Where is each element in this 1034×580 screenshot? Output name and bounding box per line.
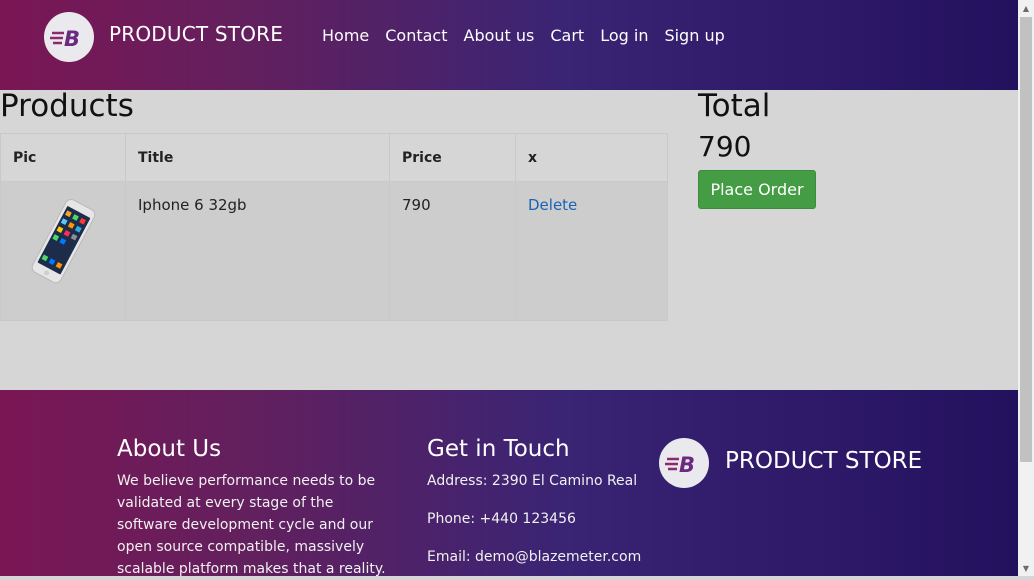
navbar: B PRODUCT STORE Home Contact About us Ca… (0, 0, 1018, 90)
svg-text:B: B (64, 27, 80, 51)
table-row: Iphone 6 32gb 790 Delete (0, 181, 668, 321)
total-heading: Total (698, 88, 771, 124)
nav-contact[interactable]: Contact (385, 26, 447, 45)
cart-table: Pic Title Price x Iphone 6 32gb 790 Dele… (0, 133, 668, 321)
iphone-image (31, 199, 96, 284)
footer-brand-name: PRODUCT STORE (725, 448, 923, 474)
about-us-heading: About Us (117, 436, 222, 462)
get-in-touch-heading: Get in Touch (427, 436, 570, 462)
footer: About Us We believe performance needs to… (0, 390, 1018, 577)
product-action-cell: Delete (515, 181, 668, 321)
scroll-thumb[interactable] (1020, 17, 1032, 462)
products-heading: Products (0, 88, 134, 124)
address-text: Address: 2390 El Camino Real (427, 473, 638, 489)
column-header-x: x (515, 133, 668, 182)
delete-link[interactable]: Delete (528, 196, 577, 214)
email-text: Email: demo@blazemeter.com (427, 549, 642, 565)
nav-signup[interactable]: Sign up (664, 26, 724, 45)
scroll-up-arrow-icon[interactable]: ▲ (1018, 0, 1034, 16)
brand-name[interactable]: PRODUCT STORE (109, 22, 283, 46)
product-price-cell: 790 (389, 181, 516, 321)
nav-home[interactable]: Home (322, 26, 369, 45)
about-us-text: We believe performance needs to be valid… (117, 473, 386, 577)
footer-logo-icon: B (659, 438, 709, 488)
nav-links: Home Contact About us Cart Log in Sign u… (322, 26, 741, 45)
column-header-price: Price (389, 133, 516, 182)
column-header-pic: Pic (0, 133, 126, 182)
scroll-down-arrow-icon[interactable]: ▼ (1018, 560, 1034, 576)
column-header-title: Title (125, 133, 390, 182)
place-order-button[interactable]: Place Order (698, 170, 816, 209)
nav-cart[interactable]: Cart (550, 26, 584, 45)
product-title-cell: Iphone 6 32gb (125, 181, 390, 321)
table-header-row: Pic Title Price x (0, 133, 668, 182)
brand-logo-icon[interactable]: B (44, 12, 94, 62)
product-pic-cell (0, 181, 126, 321)
svg-text:B: B (679, 453, 695, 477)
phone-text: Phone: +440 123456 (427, 511, 576, 527)
nav-login[interactable]: Log in (600, 26, 648, 45)
vertical-scrollbar[interactable]: ▲ ▼ (1018, 0, 1034, 576)
total-value: 790 (698, 130, 752, 163)
nav-about[interactable]: About us (464, 26, 535, 45)
